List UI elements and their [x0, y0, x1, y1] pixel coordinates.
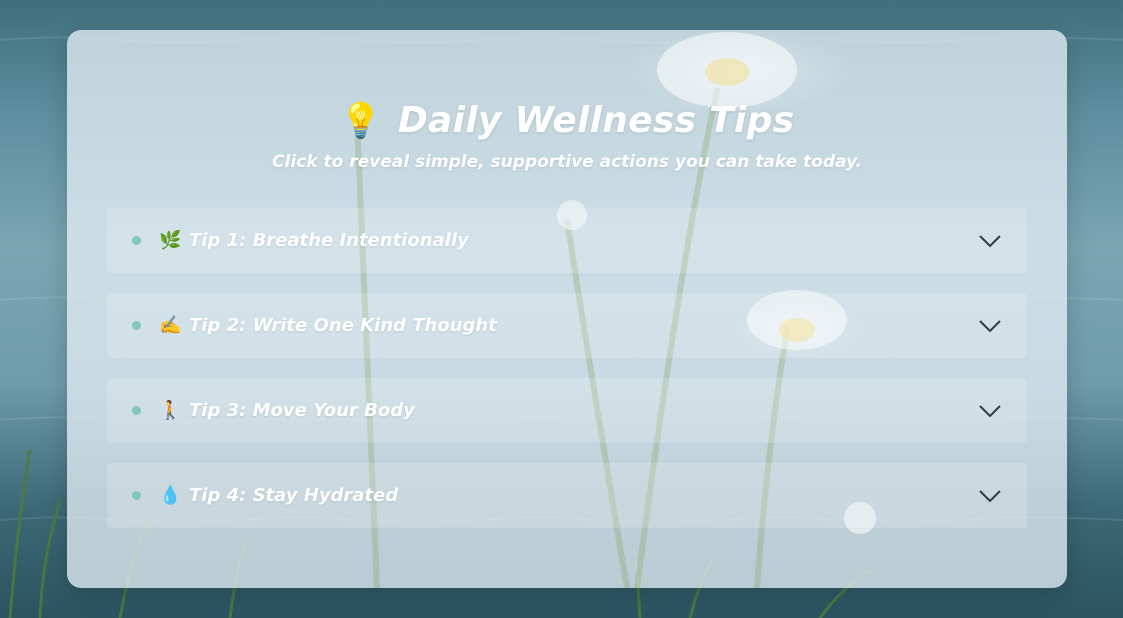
tip-item-2[interactable]: ✍️ Tip 2: Write One Kind Thought: [107, 293, 1027, 358]
chevron-down-icon[interactable]: [979, 404, 1001, 418]
chevron-down-icon[interactable]: [979, 489, 1001, 503]
walking-person-icon: 🚶: [159, 400, 182, 421]
bullet-dot-icon: [132, 236, 141, 245]
tip-label: Tip 4: Stay Hydrated: [189, 485, 399, 506]
tip-item-4[interactable]: 💧 Tip 4: Stay Hydrated: [107, 463, 1027, 528]
tip-item-1[interactable]: 🌿 Tip 1: Breathe Intentionally: [107, 208, 1027, 273]
bullet-dot-icon: [132, 406, 141, 415]
bullet-dot-icon: [132, 321, 141, 330]
writing-hand-icon: ✍️: [159, 315, 182, 336]
wellness-tips-card: 💡 Daily Wellness Tips Click to reveal si…: [67, 30, 1067, 588]
bullet-dot-icon: [132, 491, 141, 500]
tip-label: Tip 1: Breathe Intentionally: [189, 230, 469, 251]
page-title: Daily Wellness Tips: [397, 100, 795, 141]
tip-label: Tip 2: Write One Kind Thought: [189, 315, 497, 336]
droplet-icon: 💧: [159, 485, 182, 506]
chevron-down-icon[interactable]: [979, 319, 1001, 333]
herb-icon: 🌿: [159, 230, 182, 251]
page-subtitle: Click to reveal simple, supportive actio…: [272, 152, 862, 172]
tip-item-3[interactable]: 🚶 Tip 3: Move Your Body: [107, 378, 1027, 443]
chevron-down-icon[interactable]: [979, 234, 1001, 248]
tips-accordion: 🌿 Tip 1: Breathe Intentionally ✍️ Tip 2:…: [107, 208, 1027, 548]
header: 💡 Daily Wellness Tips: [67, 100, 1067, 141]
lightbulb-icon: 💡: [339, 100, 382, 141]
tip-label: Tip 3: Move Your Body: [189, 400, 415, 421]
